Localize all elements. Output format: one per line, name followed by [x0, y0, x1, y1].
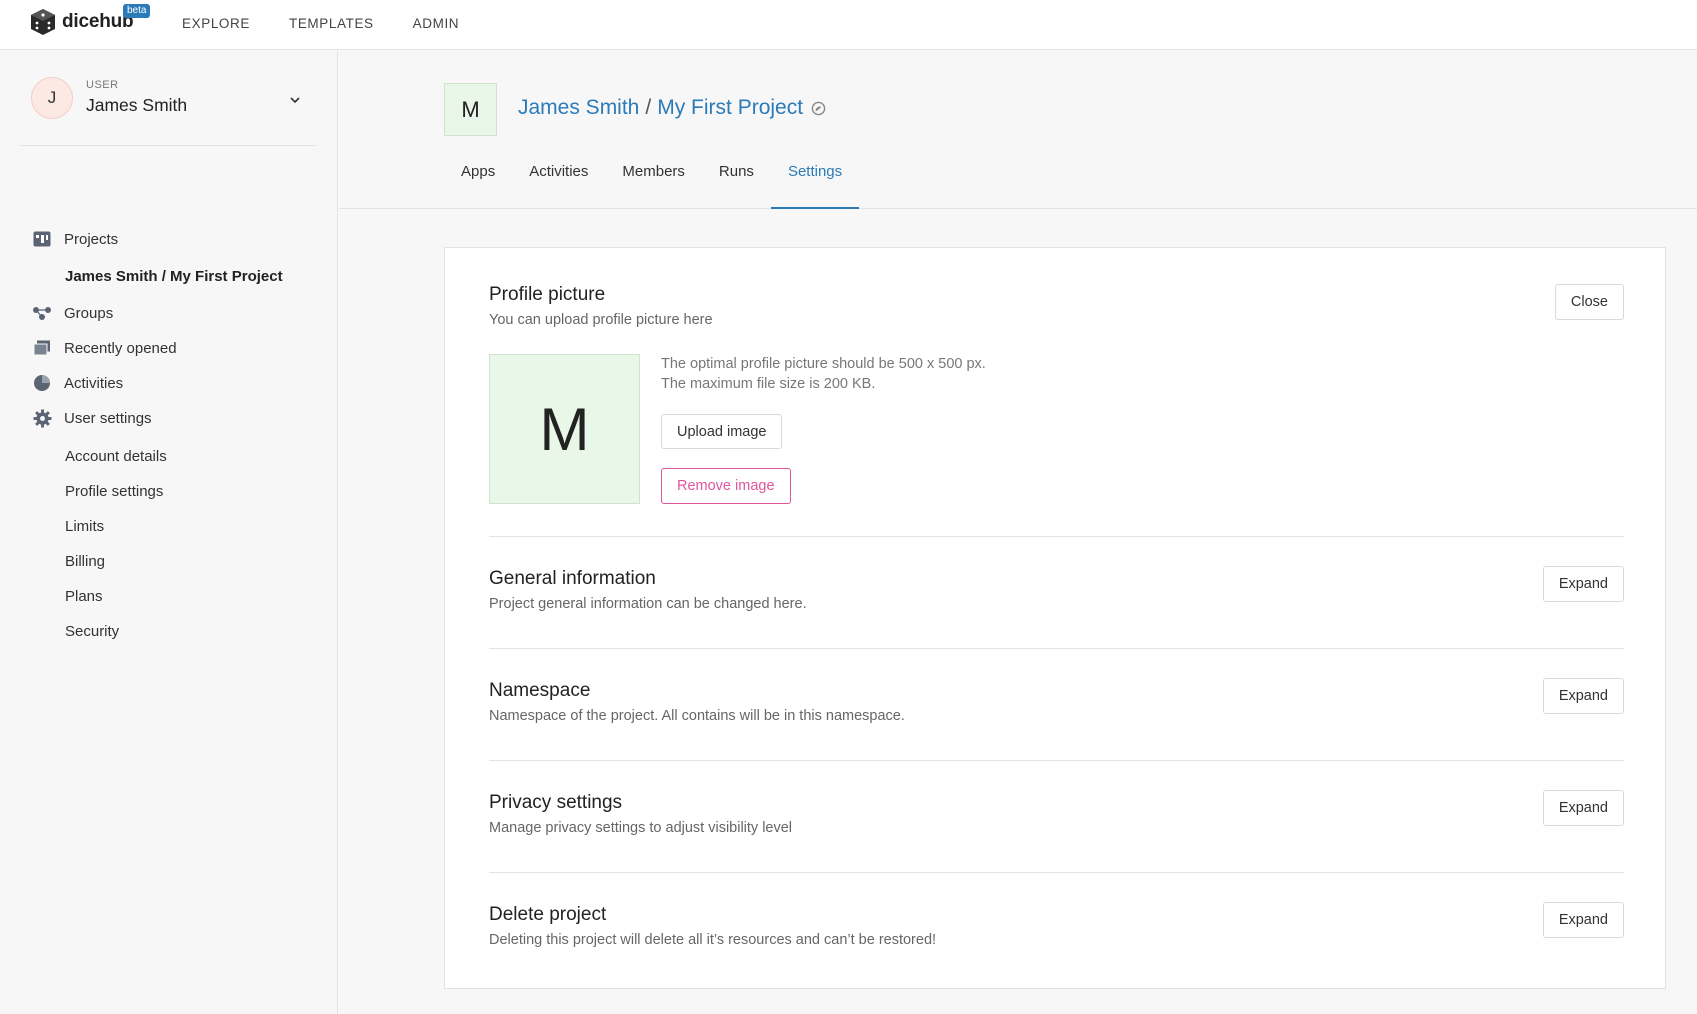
- expand-button[interactable]: Expand: [1542, 790, 1624, 826]
- tab-apps[interactable]: Apps: [444, 157, 512, 209]
- sidebar: J USER James Smith Projects James Smith …: [0, 51, 338, 1014]
- upload-image-button[interactable]: Upload image: [661, 414, 783, 449]
- section-description: Project general information can be chang…: [489, 596, 807, 612]
- beta-badge: beta: [123, 4, 151, 18]
- remove-image-button[interactable]: Remove image: [661, 468, 791, 504]
- breadcrumb-owner-link[interactable]: James Smith: [518, 96, 639, 120]
- groups-icon: [32, 303, 52, 323]
- sidebar-item-current-project[interactable]: James Smith / My First Project: [65, 268, 283, 285]
- section-title: Privacy settings: [489, 792, 623, 813]
- sidebar-item-activities[interactable]: Activities: [32, 373, 123, 393]
- sidebar-item-projects[interactable]: Projects: [32, 229, 118, 249]
- user-name: James Smith: [86, 95, 188, 115]
- profile-picture-info: The optimal profile picture should be 50…: [661, 354, 986, 394]
- breadcrumb-project-link[interactable]: My First Project: [657, 96, 803, 120]
- sidebar-item-account-details[interactable]: Account details: [65, 448, 167, 465]
- sidebar-item-label: User settings: [64, 409, 152, 427]
- user-switcher[interactable]: J USER James Smith: [20, 71, 316, 146]
- expand-button[interactable]: Expand: [1542, 566, 1624, 602]
- settings-card: Profile picture You can upload profile p…: [444, 247, 1666, 989]
- project-tabs: Apps Activities Members Runs Settings: [444, 157, 860, 209]
- project-header: M James Smith / My First Project Apps Ac…: [339, 51, 1697, 209]
- project-avatar: M: [444, 83, 497, 136]
- info-optimal-size: The optimal profile picture should be 50…: [661, 356, 986, 372]
- main-content: M James Smith / My First Project Apps Ac…: [339, 51, 1697, 1014]
- sidebar-item-profile-settings[interactable]: Profile settings: [65, 483, 163, 500]
- namespace-section: Namespace Namespace of the project. All …: [489, 678, 1624, 724]
- public-visibility-icon: [811, 101, 826, 115]
- profile-picture-section: Profile picture You can upload profile p…: [489, 284, 1624, 328]
- profile-picture-preview: M: [489, 354, 640, 504]
- divider: [489, 648, 1624, 649]
- nav-explore[interactable]: EXPLORE: [182, 16, 250, 31]
- top-nav: EXPLORE TEMPLATES ADMIN: [182, 16, 459, 31]
- sidebar-item-user-settings[interactable]: User settings: [32, 408, 152, 428]
- sidebar-item-groups[interactable]: Groups: [32, 303, 113, 323]
- tab-members[interactable]: Members: [605, 157, 702, 209]
- recent-icon: [32, 338, 52, 358]
- expand-button[interactable]: Expand: [1542, 678, 1624, 714]
- general-information-section: General information Project general info…: [489, 566, 1624, 612]
- sidebar-item-recently-opened[interactable]: Recently opened: [32, 338, 177, 358]
- sidebar-item-plans[interactable]: Plans: [65, 588, 103, 605]
- section-description: Deleting this project will delete all it…: [489, 932, 937, 948]
- section-description: Manage privacy settings to adjust visibi…: [489, 820, 793, 836]
- divider: [489, 872, 1624, 873]
- user-role: USER: [86, 79, 119, 91]
- breadcrumb: James Smith / My First Project: [518, 96, 826, 120]
- sidebar-item-label: Groups: [64, 304, 114, 322]
- avatar: J: [31, 77, 73, 119]
- top-bar: dicehub beta EXPLORE TEMPLATES ADMIN: [0, 0, 1697, 50]
- close-button[interactable]: Close: [1554, 284, 1624, 320]
- sidebar-item-label: Activities: [64, 374, 124, 392]
- sidebar-item-limits[interactable]: Limits: [65, 518, 104, 535]
- logo[interactable]: dicehub beta: [30, 4, 151, 36]
- section-title: Delete project: [489, 904, 607, 925]
- breadcrumb-separator: /: [645, 96, 652, 119]
- tab-activities[interactable]: Activities: [512, 157, 605, 209]
- sidebar-item-label: Projects: [64, 230, 119, 248]
- divider: [489, 760, 1624, 761]
- gear-icon: [32, 408, 52, 428]
- divider: [489, 536, 1624, 537]
- dice-logo-icon: [31, 9, 55, 35]
- privacy-settings-section: Privacy settings Manage privacy settings…: [489, 790, 1624, 836]
- tab-settings[interactable]: Settings: [770, 157, 860, 209]
- nav-admin[interactable]: ADMIN: [413, 16, 460, 31]
- section-title: Namespace: [489, 680, 591, 701]
- section-title: General information: [489, 568, 656, 589]
- section-description: Namespace of the project. All contains w…: [489, 708, 905, 724]
- sidebar-item-security[interactable]: Security: [65, 623, 119, 640]
- expand-button[interactable]: Expand: [1542, 902, 1624, 938]
- tab-runs[interactable]: Runs: [702, 157, 771, 209]
- projects-icon: [32, 229, 52, 249]
- sidebar-item-label: Recently opened: [64, 339, 177, 357]
- section-description: You can upload profile picture here: [489, 312, 713, 328]
- chevron-down-icon[interactable]: [288, 93, 302, 107]
- delete-project-section: Delete project Deleting this project wil…: [489, 902, 1624, 948]
- activities-icon: [32, 373, 52, 393]
- info-max-size: The maximum file size is 200 KB.: [661, 376, 876, 392]
- section-title: Profile picture: [489, 284, 606, 305]
- nav-templates[interactable]: TEMPLATES: [289, 16, 374, 31]
- sidebar-item-billing[interactable]: Billing: [65, 553, 105, 570]
